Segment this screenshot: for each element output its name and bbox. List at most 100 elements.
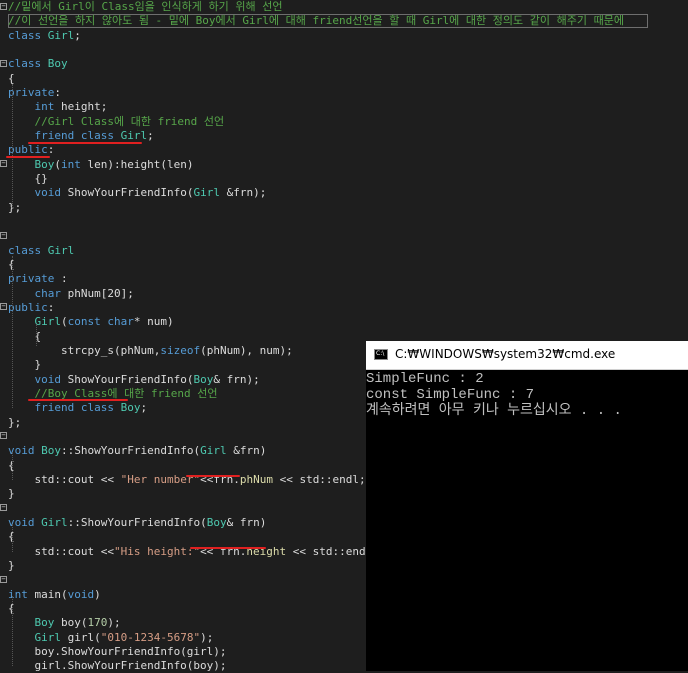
code-token: //Girl Class에 대한 friend 선언 (8, 114, 225, 128)
code-token: } (8, 558, 15, 572)
console-output-line: SimpleFunc : 2 (366, 371, 484, 387)
code-line: friend class Boy; (8, 401, 148, 415)
code-token: class (8, 243, 48, 257)
code-token: "010-1234-5678" (100, 630, 201, 644)
code-token: ) (94, 587, 101, 601)
annotation-underline (6, 156, 50, 158)
console-output-line: 계속하려면 아무 키나 누르십시오 . . . (366, 403, 622, 419)
code-token: Boy (34, 157, 55, 171)
code-token: ( (54, 157, 61, 171)
code-token: main( (34, 587, 68, 601)
code-line: friend class Girl; (8, 129, 154, 143)
fold-toggle-icon[interactable]: − (0, 232, 7, 239)
code-token: }; (8, 415, 22, 429)
code-token: void (67, 587, 95, 601)
code-line: //밑에서 Girl이 Class임을 인식하게 하기 위해 선언 (8, 0, 283, 14)
fold-toggle-icon[interactable]: − (0, 576, 7, 583)
code-token: private (8, 85, 55, 99)
annotation-underline (28, 399, 128, 401)
indent-guide (12, 452, 13, 480)
fold-toggle-icon[interactable]: − (0, 303, 7, 310)
code-token: Girl (200, 444, 227, 458)
code-token: 170 (87, 616, 108, 630)
code-line: public: (8, 301, 54, 315)
indent-guide (36, 324, 37, 346)
code-token: Girl (41, 515, 68, 529)
code-token: Girl (34, 630, 62, 644)
code-token: Girl (47, 243, 75, 257)
annotation-underline (190, 547, 266, 549)
code-token: int (34, 100, 61, 114)
code-token: ; (74, 28, 81, 42)
code-token: Boy (120, 401, 141, 415)
indent-guide (12, 84, 13, 208)
code-token: Boy (193, 372, 214, 386)
code-token: "His height:" (113, 544, 201, 558)
code-line: Boy boy(170); (8, 616, 121, 630)
code-line: void ShowYourFriendInfo(Boy& frn); (8, 373, 260, 387)
code-token: boy.ShowYourFriendInfo(girl); (8, 644, 227, 658)
code-token: phNum[20]; (67, 286, 134, 300)
code-line: class Girl; (8, 29, 81, 43)
fold-toggle-icon[interactable]: − (0, 60, 7, 67)
code-line: Girl(const char* num) (8, 315, 174, 329)
code-line: void Girl::ShowYourFriendInfo(Boy& frn) (8, 516, 266, 530)
indent-guide (12, 524, 13, 552)
code-token: public (8, 300, 48, 314)
code-token: public (8, 143, 48, 157)
code-token: //Boy Class에 대한 friend 선언 (8, 386, 218, 400)
code-line: class Girl (8, 244, 74, 258)
fold-toggle-icon[interactable]: − (0, 160, 7, 167)
code-token: & frn); (213, 372, 260, 386)
code-token: class (8, 28, 48, 42)
code-token: ); (200, 630, 214, 644)
code-token: : (47, 300, 55, 314)
code-token: << std::endl; (272, 472, 366, 486)
indent-guide (12, 256, 13, 408)
code-token: void (34, 186, 68, 200)
code-token: strcpy_s(phNum, (8, 343, 161, 357)
code-token: ShowYourFriendInfo( (67, 372, 194, 386)
code-line: {} (8, 172, 47, 186)
code-token: : (54, 85, 61, 99)
code-token: friend class (34, 128, 121, 142)
code-token: std::cout << (8, 472, 121, 486)
console-titlebar[interactable]: C:\ C:₩WINDOWS₩system32₩cmd.exe (366, 341, 688, 370)
code-line: } (8, 559, 15, 573)
fold-toggle-icon[interactable]: − (0, 432, 7, 439)
code-token: &frn) (226, 444, 267, 458)
code-line: }; (8, 201, 21, 215)
code-token: Boy (41, 444, 61, 458)
code-token: const char (67, 315, 134, 329)
code-token: Girl (120, 128, 148, 142)
fold-toggle-icon[interactable]: − (0, 504, 7, 511)
code-token: ); (107, 616, 121, 630)
code-line: class Boy (8, 57, 68, 71)
fold-toggle-icon[interactable]: − (0, 3, 7, 10)
code-token: sizeof (160, 343, 201, 357)
code-line: void ShowYourFriendInfo(Girl &frn); (8, 186, 267, 200)
code-token: ShowYourFriendInfo( (67, 186, 194, 200)
code-line: void Boy::ShowYourFriendInfo(Girl &frn) (8, 444, 266, 458)
console-title: C:₩WINDOWS₩system32₩cmd.exe (395, 347, 616, 361)
code-token: ::ShowYourFriendInfo( (67, 515, 207, 529)
code-token: girl.ShowYourFriendInfo(boy); (8, 659, 227, 673)
code-token: Boy (34, 616, 55, 630)
code-token: (phNum), num); (200, 343, 293, 357)
code-token: girl( (61, 630, 101, 644)
code-token: ::ShowYourFriendInfo( (61, 444, 201, 458)
code-token: Girl (47, 28, 75, 42)
code-line: Girl girl("010-1234-5678"); (8, 630, 214, 645)
code-token: void (34, 372, 68, 386)
code-token: phNum (239, 472, 273, 486)
code-token: ( (61, 315, 68, 329)
console-window[interactable]: C:\ C:₩WINDOWS₩system32₩cmd.exe SimpleFu… (366, 341, 688, 671)
code-line: //Girl Class에 대한 friend 선언 (8, 115, 224, 129)
code-token: Girl (34, 315, 62, 329)
code-line: private : (8, 272, 68, 286)
code-line: }; (8, 416, 21, 430)
code-token: Boy (206, 515, 227, 529)
code-line: strcpy_s(phNum,sizeof(phNum), num); (8, 344, 293, 358)
annotation-underline (28, 142, 142, 144)
code-token: << std::endl; (286, 544, 379, 558)
